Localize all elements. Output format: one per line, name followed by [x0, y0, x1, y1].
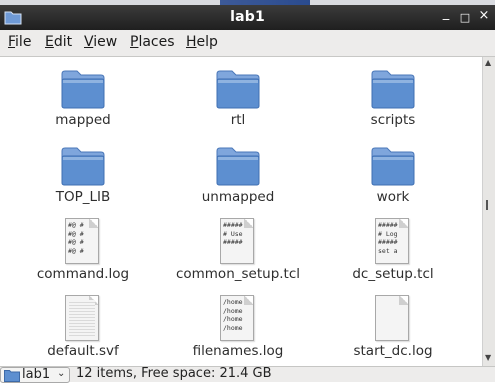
text-file-icon: ##### # Log ##### set a — [375, 218, 409, 264]
file-item[interactable]: start_dc.log — [323, 288, 463, 363]
file-item[interactable]: rtl — [168, 57, 308, 132]
file-item[interactable]: default.svf — [13, 288, 153, 363]
scroll-down-icon[interactable]: ▼ — [485, 353, 491, 362]
folder-icon — [371, 146, 415, 186]
text-file-icon — [65, 295, 99, 341]
file-item[interactable]: #@ # #@ # #@ # #@ # command.log — [13, 211, 153, 286]
chevron-down-icon: ⌄ — [57, 368, 66, 379]
text-file-icon — [375, 295, 409, 341]
text-file-icon: /home /home /home /home — [220, 295, 254, 341]
file-name: rtl — [230, 112, 246, 128]
scroll-thumb[interactable] — [486, 200, 492, 210]
file-name: filenames.log — [192, 343, 284, 359]
file-item[interactable]: /home /home /home /home filenames.log — [168, 288, 308, 363]
file-name: unmapped — [201, 189, 275, 205]
menubar: File Edit View Places Help — [0, 30, 495, 57]
menu-edit[interactable]: Edit — [45, 34, 72, 50]
file-item[interactable]: work — [323, 134, 463, 209]
file-preview: /home /home /home /home — [223, 298, 243, 332]
file-name: mapped — [55, 112, 111, 128]
scroll-up-icon[interactable]: ▲ — [485, 58, 491, 67]
minimize-button[interactable]: _ — [438, 6, 454, 21]
folder-icon — [4, 370, 20, 382]
text-file-icon: ##### # Use ##### — [220, 218, 254, 264]
file-preview: ##### # Use ##### — [223, 221, 243, 246]
location-label: lab1 — [22, 367, 51, 382]
file-name: dc_setup.tcl — [352, 266, 434, 282]
close-button[interactable]: × — [476, 8, 492, 23]
file-item[interactable]: ##### # Log ##### set a dc_setup.tcl — [323, 211, 463, 286]
file-view[interactable]: mapped rtl scripts TOP_LIB unmapped work… — [0, 57, 482, 366]
text-file-icon: #@ # #@ # #@ # #@ # — [65, 218, 99, 264]
location-selector[interactable]: lab1 ⌄ — [0, 367, 70, 383]
file-name: command.log — [36, 266, 130, 282]
file-name: scripts — [370, 112, 416, 128]
folder-icon — [371, 69, 415, 109]
menu-view[interactable]: View — [84, 34, 117, 50]
folder-icon — [216, 146, 260, 186]
file-item[interactable]: unmapped — [168, 134, 308, 209]
file-name: work — [376, 189, 410, 205]
statusbar: lab1 ⌄ 12 items, Free space: 21.4 GB — [0, 366, 495, 383]
menu-file[interactable]: File — [8, 34, 31, 50]
maximize-button[interactable]: □ — [457, 11, 473, 24]
file-preview: #@ # #@ # #@ # #@ # — [68, 221, 84, 255]
file-item[interactable]: ##### # Use ##### common_setup.tcl — [168, 211, 308, 286]
window-title: lab1 — [230, 9, 265, 25]
vertical-scrollbar[interactable]: ▲ ▼ — [482, 57, 495, 366]
file-item[interactable]: scripts — [323, 57, 463, 132]
file-name: default.svf — [47, 343, 119, 359]
status-info: 12 items, Free space: 21.4 GB — [76, 366, 272, 381]
menu-help[interactable]: Help — [186, 34, 218, 50]
file-item[interactable]: mapped — [13, 57, 153, 132]
file-name: TOP_LIB — [55, 189, 111, 205]
folder-icon — [216, 69, 260, 109]
folder-icon — [61, 69, 105, 109]
window-titlebar[interactable]: lab1 _ □ × — [0, 5, 495, 30]
file-preview: ##### # Log ##### set a — [378, 221, 398, 255]
folder-icon — [61, 146, 105, 186]
file-item[interactable]: TOP_LIB — [13, 134, 153, 209]
file-name: common_setup.tcl — [175, 266, 301, 282]
menu-places[interactable]: Places — [130, 34, 175, 50]
file-name: start_dc.log — [353, 343, 433, 359]
